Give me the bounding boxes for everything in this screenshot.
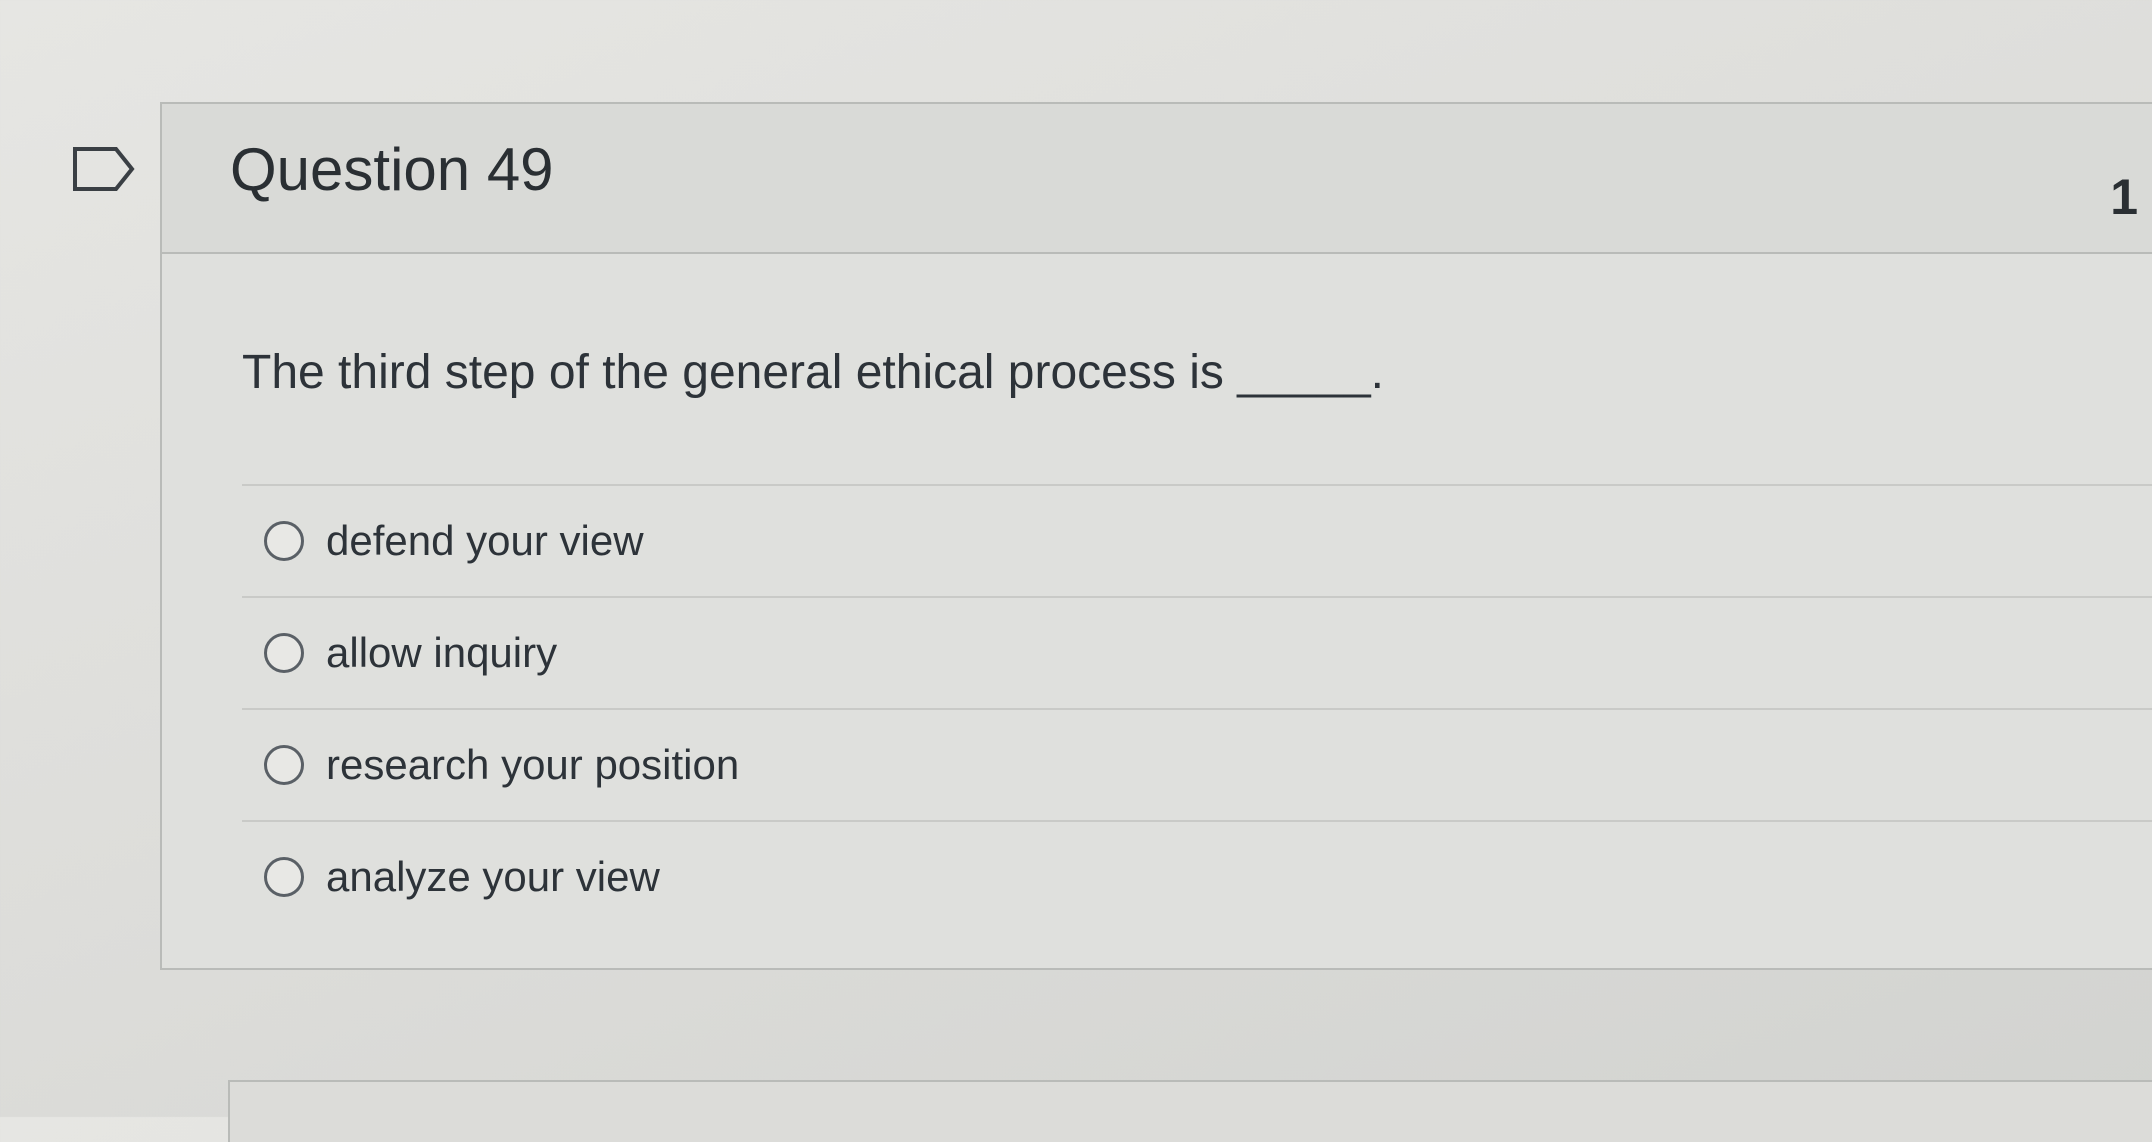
answer-option[interactable]: analyze your view [242,820,2152,932]
question-points: 1 [2110,169,2138,225]
answer-label: analyze your view [326,853,660,900]
radio-button[interactable] [264,857,304,897]
radio-button[interactable] [264,521,304,561]
question-card: Question 49 1 The third step of the gene… [160,102,2152,970]
answer-option[interactable]: defend your view [242,484,2152,596]
question-header: Question 49 1 [162,104,2152,254]
next-question-card [228,1080,2152,1142]
radio-button[interactable] [264,633,304,673]
radio-button[interactable] [264,745,304,785]
answer-option[interactable]: allow inquiry [242,596,2152,708]
question-title: Question 49 [230,136,554,203]
answer-label: research your position [326,741,740,788]
flag-question-icon[interactable] [72,145,136,193]
answer-list: defend your view allow inquiry research … [242,484,2152,932]
answer-label: allow inquiry [326,629,558,676]
answer-option[interactable]: research your position [242,708,2152,820]
answer-label: defend your view [326,517,644,564]
question-text: The third step of the general ethical pr… [242,346,1385,399]
